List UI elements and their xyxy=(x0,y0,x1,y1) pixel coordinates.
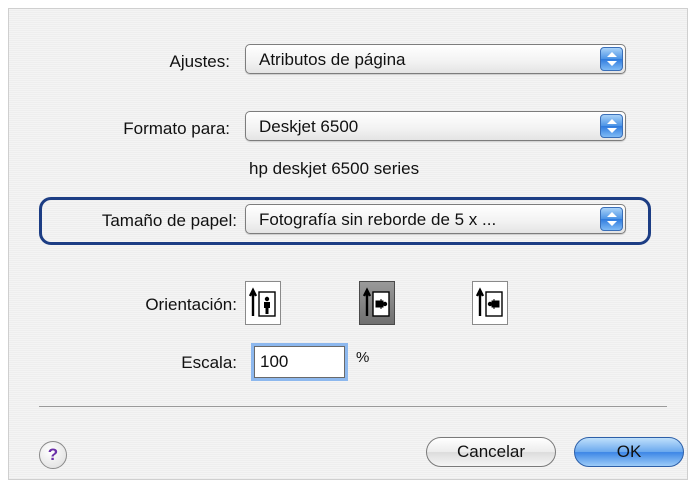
orientation-reverse-landscape-button[interactable] xyxy=(472,281,508,325)
format-for-label: Formato para: xyxy=(123,119,230,138)
divider xyxy=(39,406,667,407)
portrait-icon xyxy=(248,287,276,317)
scale-input[interactable] xyxy=(251,343,348,381)
paper-size-popup[interactable]: Fotografía sin reborde de 5 x ... xyxy=(245,204,626,234)
format-for-popup[interactable]: Deskjet 6500 xyxy=(245,111,626,141)
page-setup-dialog: Ajustes: Atributos de página Formato par… xyxy=(8,8,688,480)
settings-popup[interactable]: Atributos de página xyxy=(245,44,626,74)
reverse-landscape-icon xyxy=(475,287,503,317)
printer-description: hp deskjet 6500 series xyxy=(249,159,420,178)
orientation-portrait-button[interactable] xyxy=(245,281,281,325)
ok-button[interactable]: OK xyxy=(574,437,684,467)
popup-arrows-icon xyxy=(600,47,623,71)
popup-arrows-icon xyxy=(600,114,623,138)
paper-size-label: Tamaño de papel: xyxy=(101,211,237,230)
orientation-label: Orientación: xyxy=(145,295,237,314)
scale-label: Escala: xyxy=(181,353,237,372)
scale-unit: % xyxy=(356,349,370,366)
format-for-popup-value: Deskjet 6500 xyxy=(259,117,359,136)
help-button[interactable]: ? xyxy=(39,441,67,469)
settings-label: Ajustes: xyxy=(169,52,230,71)
paper-size-popup-value: Fotografía sin reborde de 5 x ... xyxy=(259,210,497,229)
cancel-button[interactable]: Cancelar xyxy=(426,437,556,467)
popup-arrows-icon xyxy=(600,207,623,231)
landscape-icon xyxy=(362,287,390,317)
orientation-landscape-button[interactable] xyxy=(359,281,395,325)
settings-popup-value: Atributos de página xyxy=(259,50,406,69)
